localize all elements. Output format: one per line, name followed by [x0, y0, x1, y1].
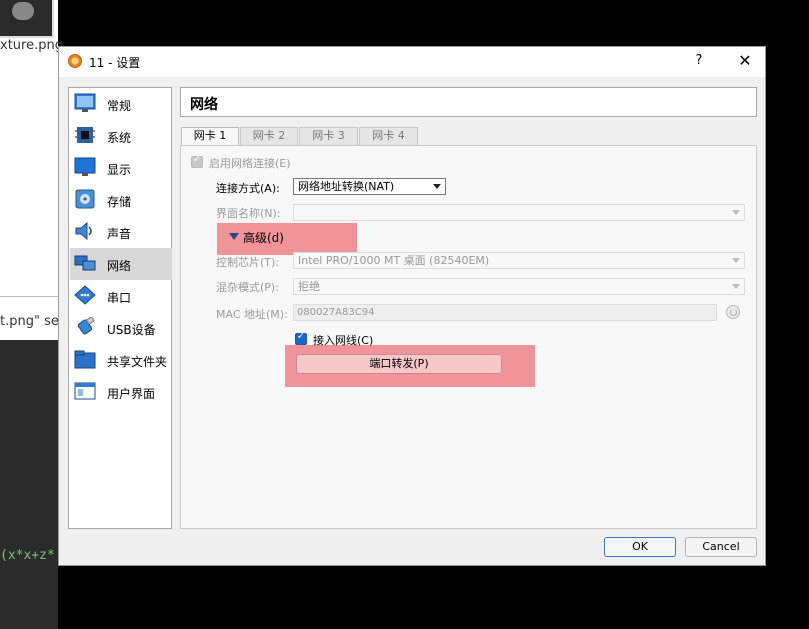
promiscuous-mode-label: 混杂模式(P): [216, 281, 279, 294]
page-title: 网络 [190, 97, 218, 113]
adapter-type-value: Intel PRO/1000 MT 桌面 (82540EM) [298, 254, 490, 267]
general-icon [74, 93, 96, 112]
adapter-type-select[interactable]: Intel PRO/1000 MT 桌面 (82540EM) [293, 252, 745, 269]
expand-triangle-icon[interactable] [229, 233, 239, 240]
file-thumbnail[interactable] [0, 0, 54, 38]
cable-connected-label: 接入网线(C) [313, 334, 374, 347]
tab-adapter-2[interactable]: 网卡 2 [240, 127, 298, 145]
sidebar-item-label: 用户界面 [107, 387, 156, 401]
user-interface-icon [74, 382, 96, 400]
separator [0, 296, 58, 297]
chevron-down-icon [732, 258, 740, 263]
settings-sidebar: 常规 系统 显示 存储 声音 网络 串口 USB设备 共享文件夹 用户界面 [68, 87, 172, 529]
port-forwarding-button[interactable]: 端口转发(P) [296, 354, 502, 374]
check-icon: ✓ [296, 331, 306, 342]
interface-name-label: 界面名称(N): [216, 207, 281, 220]
settings-dialog: 11 - 设置 ? ✕ 常规 系统 显示 存储 声音 网络 串口 USB设备 共… [58, 46, 766, 566]
adapter-type-label: 控制芯片(T): [216, 256, 280, 269]
mac-address-label: MAC 地址(M): [216, 308, 288, 321]
tab-adapter-4[interactable]: 网卡 4 [359, 127, 418, 145]
dialog-title: 11 - 设置 [89, 56, 141, 70]
cancel-button[interactable]: Cancel [685, 537, 757, 557]
promiscuous-mode-select[interactable]: 拒绝 [293, 278, 745, 295]
tab-adapter-1[interactable]: 网卡 1 [181, 127, 239, 146]
sidebar-item-label: 串口 [107, 291, 132, 305]
display-monitor-icon [74, 157, 96, 176]
attached-to-select[interactable]: 网络地址转换(NAT) [293, 178, 446, 195]
check-icon: ✓ [192, 154, 202, 165]
background-right-area [767, 0, 809, 629]
thumbnail-image [12, 2, 34, 20]
storage-disk-icon [75, 189, 95, 209]
sidebar-item-label: 存储 [107, 195, 132, 209]
interface-name-select[interactable] [293, 204, 745, 221]
sidebar-item-label: USB设备 [107, 323, 156, 337]
chevron-down-icon [732, 284, 740, 289]
sidebar-item-user-interface[interactable]: 用户界面 [70, 376, 172, 408]
ok-button[interactable]: OK [604, 537, 676, 557]
sidebar-item-storage[interactable]: 存储 [70, 184, 172, 216]
system-chip-icon [75, 127, 95, 143]
adapter-panel [180, 145, 757, 529]
speaker-icon [75, 221, 92, 241]
sidebar-item-label: 显示 [107, 163, 132, 177]
advanced-toggle[interactable]: 高级(d) [243, 229, 284, 246]
serial-port-icon [74, 285, 96, 305]
sidebar-item-serial[interactable]: 串口 [70, 280, 172, 312]
cable-connected-checkbox[interactable]: ✓ [295, 331, 307, 345]
sidebar-item-label: 系统 [107, 131, 132, 145]
sidebar-item-general[interactable]: 常规 [70, 88, 172, 120]
sidebar-item-network[interactable]: 网络 [70, 248, 172, 280]
background-terminal: (x*x+z* [0, 340, 58, 629]
sidebar-item-label: 常规 [107, 99, 132, 113]
enable-network-checkbox[interactable]: ✓ [191, 154, 203, 168]
refresh-mac-icon[interactable] [726, 305, 740, 319]
chevron-down-icon [433, 184, 441, 189]
tab-adapter-3[interactable]: 网卡 3 [299, 127, 358, 145]
promiscuous-mode-value: 拒绝 [298, 280, 320, 293]
sidebar-item-label: 网络 [107, 259, 132, 273]
sidebar-item-label: 声音 [107, 227, 132, 241]
terminal-code-text: (x*x+z* [0, 548, 55, 563]
sidebar-item-label: 共享文件夹 [107, 355, 168, 369]
sidebar-item-usb[interactable]: USB设备 [70, 312, 172, 344]
attached-to-label: 连接方式(A): [216, 182, 280, 195]
sidebar-item-system[interactable]: 系统 [70, 120, 172, 152]
save-message-text: t.png" se [0, 314, 59, 329]
attached-to-value: 网络地址转换(NAT) [298, 180, 395, 193]
mac-address-field[interactable]: 080027A83C94 [293, 304, 717, 321]
sidebar-item-display[interactable]: 显示 [70, 152, 172, 184]
sidebar-item-shared-folders[interactable]: 共享文件夹 [70, 344, 172, 376]
close-button[interactable]: ✕ [735, 51, 755, 71]
enable-network-label: 启用网络连接(E) [209, 157, 291, 170]
virtualbox-app-icon [68, 54, 82, 68]
filename-text: xture.png [0, 38, 63, 53]
help-button[interactable]: ? [691, 53, 707, 69]
title-bar[interactable]: 11 - 设置 ? ✕ [59, 47, 765, 77]
shared-folder-icon [74, 350, 96, 369]
usb-icon [77, 317, 95, 335]
section-header: 网络 [180, 87, 757, 117]
background-file-browser: xture.png t.png" se [0, 0, 63, 340]
sidebar-item-audio[interactable]: 声音 [70, 216, 172, 248]
network-icon [74, 255, 96, 271]
chevron-down-icon [732, 210, 740, 215]
